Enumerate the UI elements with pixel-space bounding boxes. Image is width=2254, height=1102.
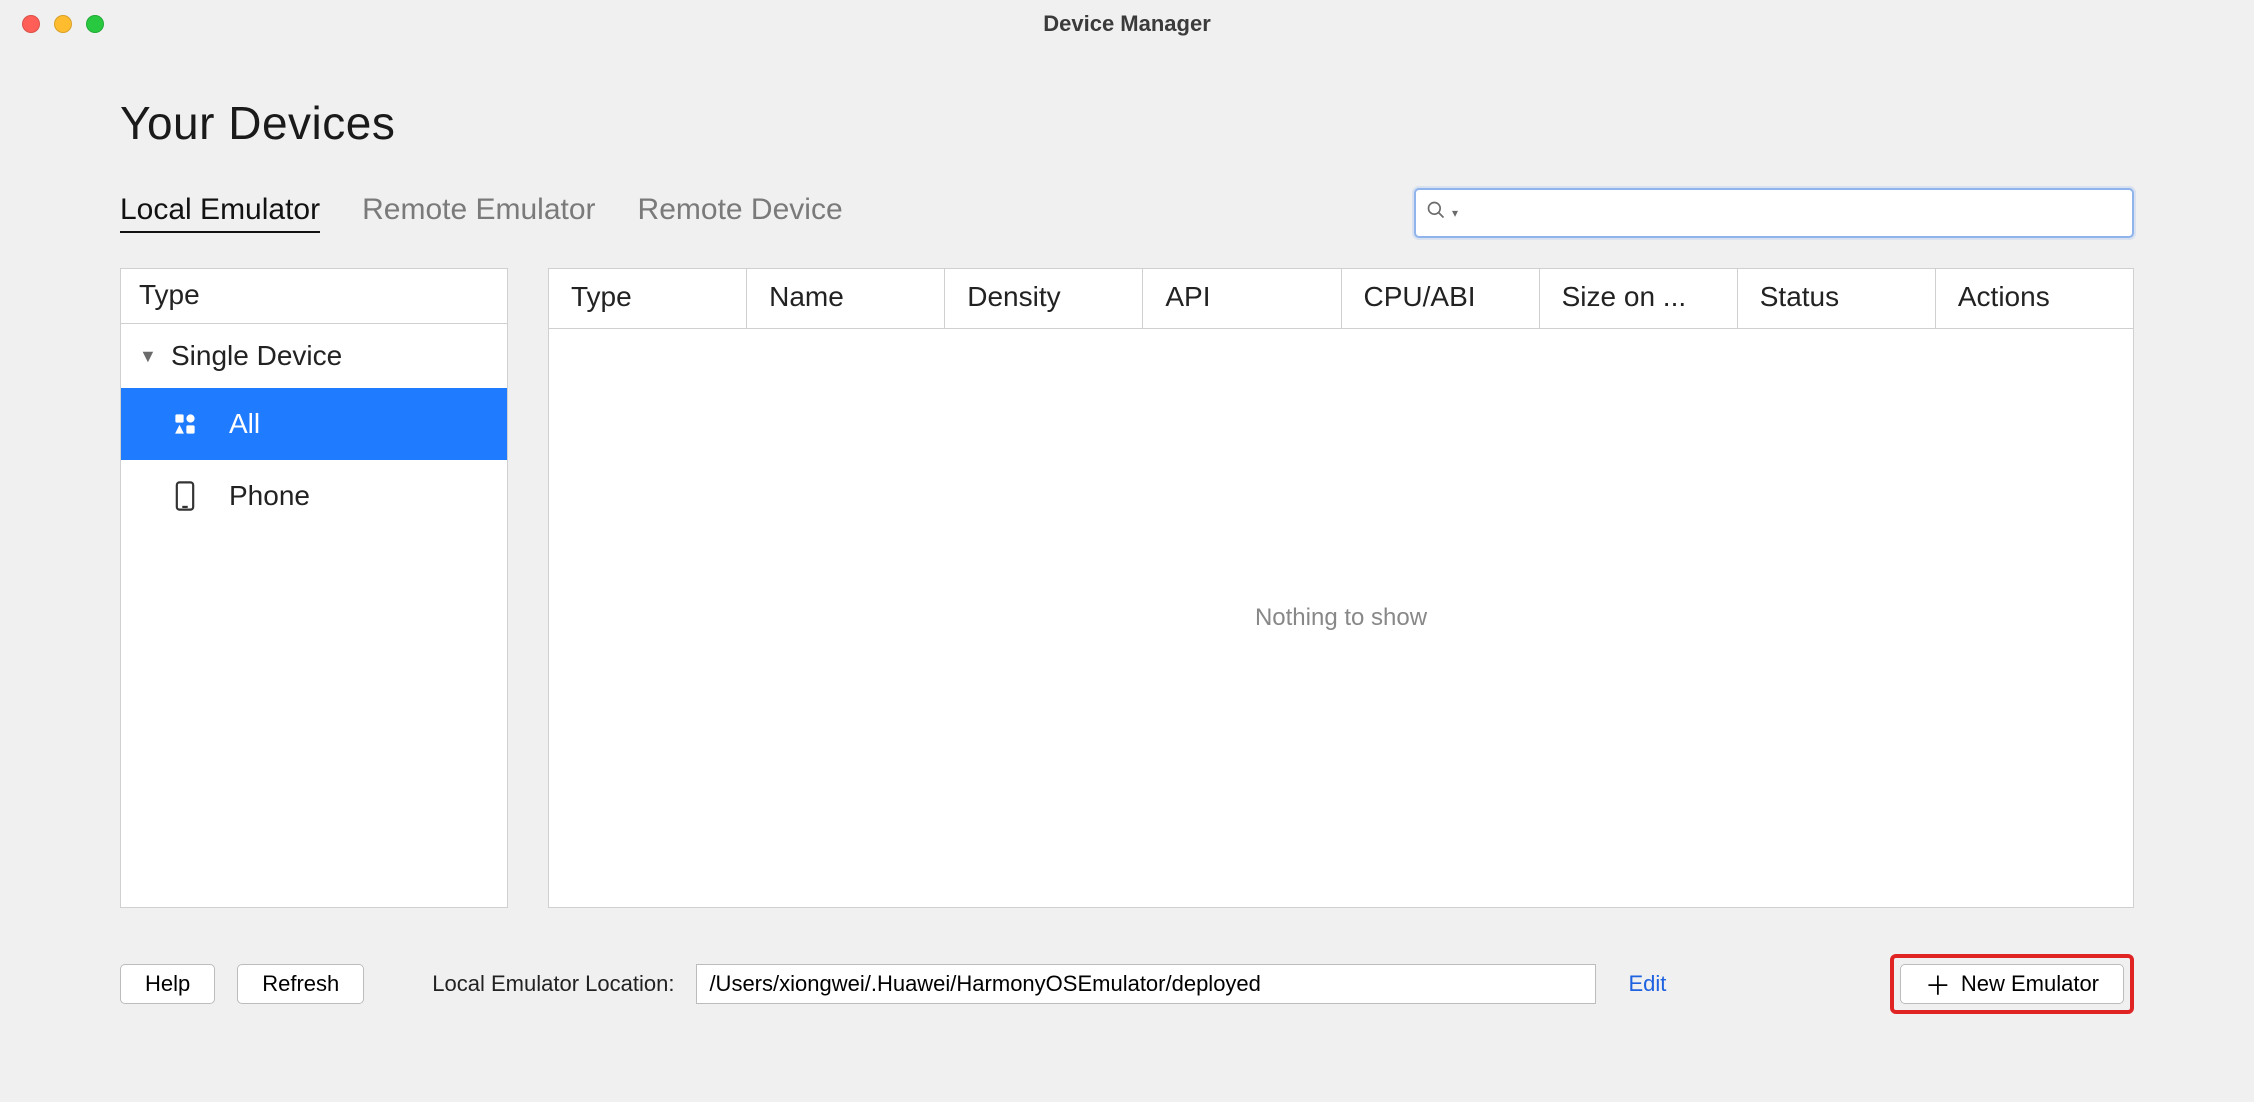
grid-icon bbox=[171, 413, 199, 435]
col-cpu-abi[interactable]: CPU/ABI bbox=[1342, 269, 1540, 328]
sidebar-item-phone[interactable]: Phone bbox=[121, 460, 507, 532]
phone-icon bbox=[171, 481, 199, 511]
main-split: Type ▼ Single Device All bbox=[120, 268, 2134, 908]
new-emulator-highlight: ＋ New Emulator bbox=[1890, 954, 2134, 1014]
location-input[interactable] bbox=[696, 964, 1596, 1004]
device-manager-window: Device Manager Your Devices Local Emulat… bbox=[0, 0, 2254, 1102]
content-area: Your Devices Local Emulator Remote Emula… bbox=[0, 48, 2254, 1044]
col-name[interactable]: Name bbox=[747, 269, 945, 328]
tab-remote-emulator[interactable]: Remote Emulator bbox=[362, 193, 595, 233]
new-emulator-label: New Emulator bbox=[1961, 971, 2099, 997]
search-input[interactable] bbox=[1464, 200, 2122, 226]
refresh-button[interactable]: Refresh bbox=[237, 964, 364, 1004]
col-actions[interactable]: Actions bbox=[1936, 269, 2133, 328]
tabs: Local Emulator Remote Emulator Remote De… bbox=[120, 193, 843, 233]
sidebar-item-label: All bbox=[229, 408, 260, 440]
sidebar-item-label: Phone bbox=[229, 480, 310, 512]
plus-icon: ＋ bbox=[1925, 966, 1951, 1003]
table-empty-state: Nothing to show bbox=[549, 329, 2133, 907]
col-status[interactable]: Status bbox=[1738, 269, 1936, 328]
location-label: Local Emulator Location: bbox=[432, 971, 674, 997]
search-options-chevron-icon[interactable]: ▾ bbox=[1452, 206, 1458, 220]
edit-location-link[interactable]: Edit bbox=[1628, 971, 1666, 997]
help-button[interactable]: Help bbox=[120, 964, 215, 1004]
titlebar: Device Manager bbox=[0, 0, 2254, 48]
col-api[interactable]: API bbox=[1143, 269, 1341, 328]
type-side-panel: Type ▼ Single Device All bbox=[120, 268, 508, 908]
window-controls bbox=[22, 15, 104, 33]
minimize-window-button[interactable] bbox=[54, 15, 72, 33]
tab-local-emulator[interactable]: Local Emulator bbox=[120, 193, 320, 233]
new-emulator-button[interactable]: ＋ New Emulator bbox=[1900, 964, 2124, 1004]
page-title: Your Devices bbox=[120, 96, 2134, 150]
col-type[interactable]: Type bbox=[549, 269, 747, 328]
chevron-down-icon: ▼ bbox=[139, 346, 157, 367]
col-density[interactable]: Density bbox=[945, 269, 1143, 328]
footer-bar: Help Refresh Local Emulator Location: Ed… bbox=[120, 954, 2134, 1014]
table-header-row: Type Name Density API CPU/ABI Size on ..… bbox=[549, 269, 2133, 329]
search-box[interactable]: ▾ bbox=[1414, 188, 2134, 238]
window-title: Device Manager bbox=[0, 11, 2254, 37]
tab-row: Local Emulator Remote Emulator Remote De… bbox=[120, 188, 2134, 238]
empty-text: Nothing to show bbox=[1255, 604, 1427, 632]
maximize-window-button[interactable] bbox=[86, 15, 104, 33]
side-panel-header: Type bbox=[121, 269, 507, 324]
sidebar-group-single-device[interactable]: ▼ Single Device bbox=[121, 324, 507, 388]
col-size[interactable]: Size on ... bbox=[1540, 269, 1738, 328]
device-table: Type Name Density API CPU/ABI Size on ..… bbox=[548, 268, 2134, 908]
close-window-button[interactable] bbox=[22, 15, 40, 33]
search-icon bbox=[1426, 200, 1446, 226]
sidebar-group-label: Single Device bbox=[171, 340, 342, 372]
sidebar-item-all[interactable]: All bbox=[121, 388, 507, 460]
tab-remote-device[interactable]: Remote Device bbox=[638, 193, 843, 233]
